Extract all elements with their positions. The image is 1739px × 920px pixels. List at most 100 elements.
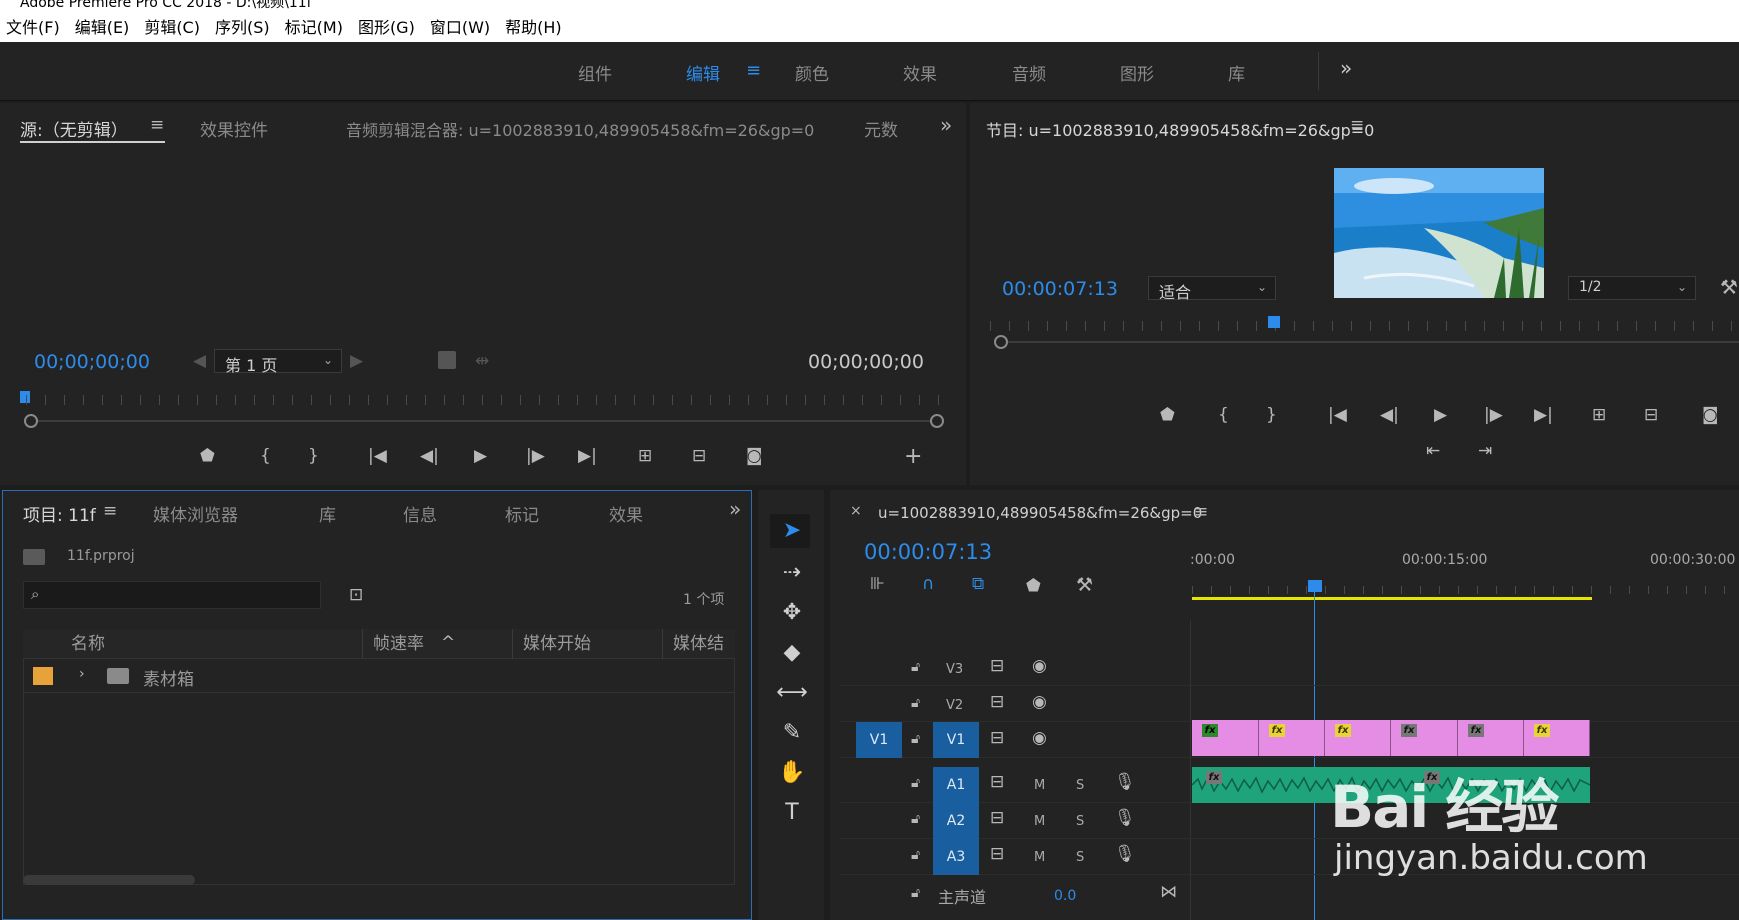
workspace-graphics[interactable]: 图形 bbox=[1120, 60, 1154, 85]
microphone-icon[interactable]: 🎙︎ bbox=[1114, 846, 1136, 863]
tab-audio-clip-mixer[interactable]: 音频剪辑混合器: u=1002883910,489905458&fm=26&gp… bbox=[346, 117, 814, 141]
workspace-overflow-icon[interactable]: » bbox=[1340, 56, 1352, 80]
safe-margins-icon[interactable] bbox=[438, 351, 456, 369]
menu-help[interactable]: 帮助(H) bbox=[505, 14, 562, 38]
mark-in-icon[interactable]: { bbox=[1218, 407, 1229, 424]
video-clip[interactable]: fx bbox=[1325, 720, 1391, 756]
workspace-color[interactable]: 颜色 bbox=[795, 60, 829, 85]
mark-out-icon[interactable]: } bbox=[308, 448, 319, 465]
column-frame-rate[interactable]: 帧速率 bbox=[363, 629, 513, 659]
solo-button[interactable]: S bbox=[1076, 814, 1084, 829]
track-label-v3[interactable]: V3 bbox=[946, 662, 963, 677]
menu-edit[interactable]: 编辑(E) bbox=[75, 14, 130, 38]
wrench-icon[interactable]: ⚒ bbox=[1076, 576, 1093, 595]
menu-markers[interactable]: 标记(M) bbox=[285, 14, 343, 38]
tab-media-browser[interactable]: 媒体浏览器 bbox=[153, 501, 238, 526]
new-search-bin-icon[interactable]: ⊡ bbox=[349, 587, 363, 604]
track-target-a1[interactable]: A1 bbox=[933, 767, 979, 803]
sync-lock-icon[interactable]: ⊟ bbox=[990, 658, 1004, 675]
close-sequence-icon[interactable]: × bbox=[850, 504, 862, 518]
lock-icon[interactable]: 🔓︎ bbox=[911, 660, 920, 674]
eye-icon[interactable]: ◉ bbox=[1032, 730, 1047, 747]
mute-button[interactable]: M bbox=[1034, 814, 1045, 829]
fit-select[interactable]: 适合 ⌄ bbox=[1148, 276, 1276, 302]
tab-effects[interactable]: 效果 bbox=[609, 501, 643, 526]
mark-in-icon[interactable]: { bbox=[260, 448, 271, 465]
menu-sequence[interactable]: 序列(S) bbox=[215, 14, 270, 38]
play-icon[interactable]: ▶ bbox=[474, 448, 487, 465]
column-name[interactable]: 名称 bbox=[61, 629, 363, 659]
tab-metadata[interactable]: 元数 bbox=[864, 116, 898, 141]
zoom-handle-right[interactable] bbox=[930, 414, 944, 428]
slip-tool-icon[interactable]: ⟷ bbox=[772, 676, 812, 710]
type-tool-icon[interactable]: T bbox=[772, 796, 812, 830]
zoom-handle-left[interactable] bbox=[994, 335, 1008, 349]
tab-libraries[interactable]: 库 bbox=[319, 501, 336, 526]
add-button-icon[interactable]: + bbox=[904, 446, 922, 468]
timeline-timecode[interactable]: 00:00:07:13 bbox=[864, 540, 992, 564]
track-target-a3[interactable]: A3 bbox=[933, 839, 979, 875]
sync-lock-icon[interactable]: ⊟ bbox=[990, 694, 1004, 711]
ripple-edit-tool-icon[interactable]: ✥ bbox=[772, 596, 812, 630]
sync-lock-icon[interactable]: ⊟ bbox=[990, 846, 1004, 863]
lock-icon[interactable]: 🔓︎ bbox=[911, 886, 920, 900]
timeline-menu-icon[interactable]: ≡ bbox=[1194, 504, 1208, 521]
timeline-ruler[interactable] bbox=[1192, 586, 1739, 594]
tab-project[interactable]: 项目: 11f bbox=[23, 501, 96, 526]
solo-button[interactable]: S bbox=[1076, 850, 1084, 865]
track-target-v1[interactable]: V1 bbox=[933, 722, 979, 758]
razor-tool-icon[interactable]: ◆ bbox=[772, 636, 812, 670]
track-target-a2[interactable]: A2 bbox=[933, 803, 979, 839]
menu-clip[interactable]: 剪辑(C) bbox=[144, 14, 200, 38]
workspace-menu-icon[interactable]: ≡ bbox=[746, 60, 761, 81]
program-panel-menu-icon[interactable]: ≡ bbox=[1350, 117, 1364, 134]
drag-video-icon[interactable]: ⇹ bbox=[475, 353, 489, 370]
workspace-editing[interactable]: 编辑 bbox=[686, 60, 720, 85]
insert-icon[interactable]: ⊞ bbox=[638, 448, 652, 465]
go-to-in-icon[interactable]: |◀ bbox=[368, 448, 387, 465]
menu-graphics[interactable]: 图形(G) bbox=[358, 14, 415, 38]
master-volume-value[interactable]: 0.0 bbox=[1054, 888, 1076, 904]
lock-icon[interactable]: 🔓︎ bbox=[911, 812, 920, 826]
video-clip[interactable]: fx bbox=[1458, 720, 1524, 756]
add-marker-icon[interactable]: ⬟ bbox=[200, 448, 215, 465]
pen-tool-icon[interactable]: ✎ bbox=[772, 716, 812, 750]
resolution-select[interactable]: 1/2 ⌄ bbox=[1568, 276, 1696, 300]
overflow-icon[interactable]: » bbox=[940, 115, 952, 135]
play-icon[interactable]: ▶ bbox=[1434, 407, 1447, 424]
toggle-proxy-icon[interactable]: ⇥ bbox=[1478, 443, 1492, 460]
overwrite-icon[interactable]: ⊟ bbox=[692, 448, 706, 465]
step-forward-icon[interactable]: |▶ bbox=[1484, 407, 1503, 424]
step-forward-icon[interactable]: |▶ bbox=[526, 448, 545, 465]
video-clip[interactable]: fx bbox=[1192, 720, 1259, 756]
program-playhead[interactable] bbox=[1268, 316, 1280, 328]
eye-icon[interactable]: ◉ bbox=[1032, 658, 1047, 675]
mute-button[interactable]: M bbox=[1034, 778, 1045, 793]
menu-window[interactable]: 窗口(W) bbox=[430, 14, 490, 38]
tab-info[interactable]: 信息 bbox=[403, 501, 437, 526]
eye-icon[interactable]: ◉ bbox=[1032, 694, 1047, 711]
step-back-icon[interactable]: ◀| bbox=[1380, 407, 1399, 424]
lock-icon[interactable]: 🔓︎ bbox=[911, 848, 920, 862]
video-clip[interactable]: fx bbox=[1391, 720, 1458, 756]
nest-icon[interactable]: ⊪ bbox=[870, 576, 885, 593]
tab-markers[interactable]: 标记 bbox=[505, 501, 539, 526]
next-page-icon[interactable]: ▶ bbox=[350, 353, 363, 370]
lift-icon[interactable]: ⊞ bbox=[1592, 407, 1606, 424]
sync-lock-icon[interactable]: ⊟ bbox=[990, 730, 1004, 747]
prev-page-icon[interactable]: ◀ bbox=[193, 353, 206, 370]
source-time-ruler[interactable] bbox=[26, 395, 941, 405]
source-zoom-bar[interactable] bbox=[32, 420, 937, 422]
lock-icon[interactable]: 🔓︎ bbox=[911, 776, 920, 790]
camera-icon[interactable]: ◙ bbox=[1702, 407, 1719, 424]
wrench-icon[interactable]: ⚒ bbox=[1720, 277, 1738, 297]
microphone-icon[interactable]: 🎙︎ bbox=[1114, 774, 1136, 791]
selection-tool-icon[interactable]: ➤ bbox=[772, 514, 812, 548]
go-to-end-icon[interactable]: ⋈ bbox=[1160, 884, 1177, 901]
extract-icon[interactable]: ⊟ bbox=[1644, 407, 1658, 424]
video-clip[interactable]: fx bbox=[1259, 720, 1325, 756]
menu-file[interactable]: 文件(F) bbox=[6, 14, 60, 38]
expand-chevron-icon[interactable]: › bbox=[79, 667, 85, 681]
workspace-libraries[interactable]: 库 bbox=[1228, 60, 1245, 85]
column-media-start[interactable]: 媒体开始 bbox=[513, 629, 663, 659]
